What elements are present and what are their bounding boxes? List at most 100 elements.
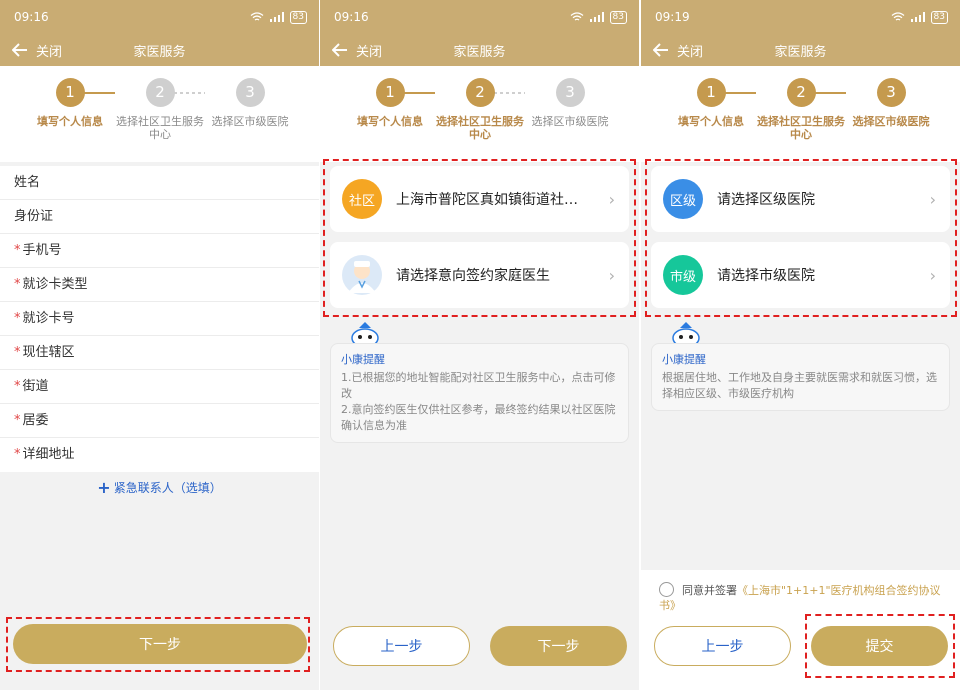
required-mark: *: [14, 379, 21, 394]
city-hospital-placeholder: 请选择市级医院: [717, 268, 815, 284]
top-bar: 09:16 83 关闭 家医服务: [320, 0, 639, 66]
step-2: 2 选择社区卫生服务中心: [115, 78, 205, 141]
district-hospital-selector[interactable]: 区级 请选择区级医院 ›: [651, 166, 950, 232]
card-number-field[interactable]: * 就诊卡号: [0, 302, 319, 336]
wifi-icon: [570, 12, 583, 21]
agree-prefix: 同意并签署: [682, 584, 737, 597]
required-mark: *: [14, 311, 21, 326]
previous-button[interactable]: 上一步: [333, 626, 470, 666]
stepper: 1 填写个人信息 2 选择社区卫生服务中心 3 选择区市级医院: [0, 66, 319, 162]
district-field[interactable]: * 现住辖区: [0, 336, 319, 370]
status-time: 09:19: [655, 10, 690, 24]
signal-icon: [269, 12, 284, 22]
screen-community-center: 09:16 83 关闭 家医服务 1 填写个人信息 2 选择社区卫生服务中心 3…: [320, 0, 639, 690]
tip-line-1: 1.已根据您的地址智能配对社区卫生服务中心，点击可修改: [341, 371, 616, 400]
step-1: 1 填写个人信息: [25, 78, 115, 128]
agree-checkbox[interactable]: [659, 582, 674, 597]
tip-box: 小康提醒 根据居住地、工作地及自身主要就医需求和就医习惯，选择相应区级、市级医疗…: [651, 343, 950, 411]
close-button[interactable]: 关闭: [36, 41, 62, 60]
step-label: 选择社区卫生服务中心: [116, 115, 204, 141]
required-mark: *: [14, 447, 21, 462]
step-label: 选择区市级医院: [531, 115, 609, 128]
required-mark: *: [14, 243, 21, 258]
city-badge: 市级: [663, 255, 703, 295]
previous-button[interactable]: 上一步: [654, 626, 791, 666]
committee-field[interactable]: * 居委: [0, 404, 319, 438]
battery-icon: 83: [609, 10, 627, 24]
next-button[interactable]: 下一步: [13, 624, 307, 664]
signal-icon: [589, 12, 604, 22]
chevron-right-icon: ›: [608, 189, 615, 209]
step-label: 填写个人信息: [678, 115, 744, 128]
nav-bar: 关闭 家医服务: [641, 34, 960, 66]
tip-line-2: 2.意向签约医生仅供社区参考，最终签约结果以社区医院确认信息为准: [341, 403, 616, 432]
screen-personal-info: 09:16 83 关闭 家医服务 1 填写个人信息 2 选择社区卫生服务中心 3…: [0, 0, 319, 690]
arrow-left-icon[interactable]: [641, 43, 681, 57]
family-doctor-placeholder: 请选择意向签约家庭医生: [396, 268, 550, 284]
step-label: 选择区市级医院: [852, 115, 930, 128]
nav-bar: 关闭 家医服务: [0, 34, 319, 66]
step-1: 1 填写个人信息: [666, 78, 756, 128]
community-center-selector[interactable]: 社区 上海市普陀区真如镇街道社… ›: [330, 166, 629, 232]
name-field[interactable]: 姓名: [0, 166, 319, 200]
plus-icon: +: [97, 478, 111, 497]
tip-text: 根据居住地、工作地及自身主要就医需求和就医习惯，选择相应区级、市级医疗机构: [662, 371, 937, 400]
address-field[interactable]: * 详细地址: [0, 438, 319, 472]
add-emergency-contact-button[interactable]: + 紧急联系人（选填）: [0, 478, 319, 497]
id-card-field[interactable]: 身份证: [0, 200, 319, 234]
step-3: 3 选择区市级医院: [205, 78, 295, 128]
step-label: 填写个人信息: [357, 115, 423, 128]
community-center-value: 上海市普陀区真如镇街道社…: [396, 192, 578, 208]
tip-box: 小康提醒 1.已根据您的地址智能配对社区卫生服务中心，点击可修改 2.意向签约医…: [330, 343, 629, 443]
district-hospital-placeholder: 请选择区级医院: [717, 192, 815, 208]
stepper: 1 填写个人信息 2 选择社区卫生服务中心 3 选择区市级医院: [320, 66, 639, 162]
top-bar: 09:16 83 关闭 家医服务: [0, 0, 319, 66]
wifi-icon: [891, 12, 904, 21]
status-bar: 09:19 83: [641, 0, 960, 34]
screen-hospital-selection: 09:19 83 关闭 家医服务 1 填写个人信息 2 选择社区卫生服务中心 3…: [641, 0, 960, 690]
step-label: 选择社区卫生服务中心: [436, 115, 524, 141]
tip-title: 小康提醒: [662, 353, 706, 366]
district-badge: 区级: [663, 179, 703, 219]
step-label: 选择区市级医院: [211, 115, 289, 128]
step-1: 1 填写个人信息: [345, 78, 435, 128]
step-2: 2 选择社区卫生服务中心: [756, 78, 846, 141]
step-3: 3 选择区市级医院: [525, 78, 615, 128]
street-field[interactable]: * 街道: [0, 370, 319, 404]
personal-info-form: 姓名 身份证 * 手机号 * 就诊卡类型 * 就诊卡号 * 现住辖区 * 街道 * 居委 *…: [0, 166, 319, 472]
family-doctor-selector[interactable]: 请选择意向签约家庭医生 ›: [330, 242, 629, 308]
tip-title: 小康提醒: [341, 353, 385, 366]
chevron-right-icon: ›: [608, 265, 615, 285]
battery-icon: 83: [930, 10, 948, 24]
phone-field[interactable]: * 手机号: [0, 234, 319, 268]
nav-bar: 关闭 家医服务: [320, 34, 639, 66]
step-3: 3 选择区市级医院: [846, 78, 936, 128]
wifi-icon: [250, 12, 263, 21]
arrow-left-icon[interactable]: [320, 43, 360, 57]
status-time: 09:16: [14, 10, 49, 24]
required-mark: *: [14, 277, 21, 292]
chevron-right-icon: ›: [929, 265, 936, 285]
status-bar: 09:16 83: [0, 0, 319, 34]
close-button[interactable]: 关闭: [677, 41, 703, 60]
submit-button[interactable]: 提交: [811, 626, 948, 666]
status-time: 09:16: [334, 10, 369, 24]
step-label: 填写个人信息: [37, 115, 103, 128]
arrow-left-icon[interactable]: [0, 43, 40, 57]
next-button[interactable]: 下一步: [490, 626, 627, 666]
step-2: 2 选择社区卫生服务中心: [435, 78, 525, 141]
battery-icon: 83: [289, 10, 307, 24]
top-bar: 09:19 83 关闭 家医服务: [641, 0, 960, 66]
status-bar: 09:16 83: [320, 0, 639, 34]
agreement-row: 同意并签署《上海市"1+1+1"医疗机构组合签约协议书》: [659, 582, 949, 613]
community-badge: 社区: [342, 179, 382, 219]
close-button[interactable]: 关闭: [356, 41, 382, 60]
required-mark: *: [14, 413, 21, 428]
city-hospital-selector[interactable]: 市级 请选择市级医院 ›: [651, 242, 950, 308]
signal-icon: [910, 12, 925, 22]
step-label: 选择社区卫生服务中心: [757, 115, 845, 141]
chevron-right-icon: ›: [929, 189, 936, 209]
stepper: 1 填写个人信息 2 选择社区卫生服务中心 3 选择区市级医院: [641, 66, 960, 162]
required-mark: *: [14, 345, 21, 360]
card-type-field[interactable]: * 就诊卡类型: [0, 268, 319, 302]
